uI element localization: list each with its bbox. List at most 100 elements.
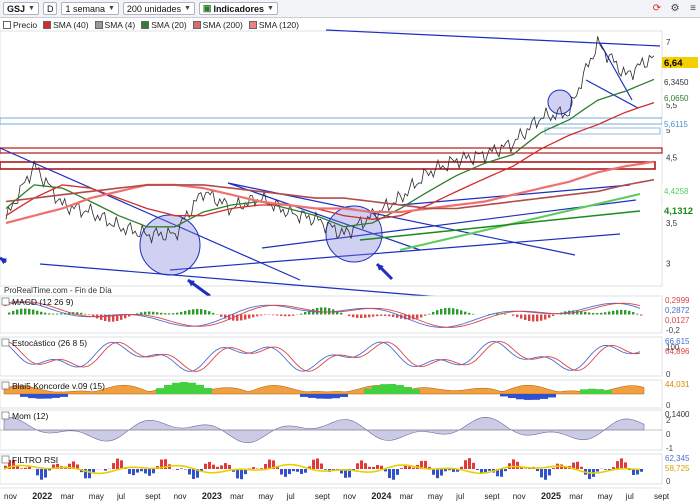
time-tick: jul [455, 492, 464, 501]
rsi-bar [364, 463, 367, 469]
rsi-bar [604, 469, 607, 470]
time-tick: 2022 [32, 491, 52, 501]
koncorde-green [172, 382, 180, 394]
rsi-bar [388, 469, 391, 479]
macd-bar [376, 314, 379, 317]
panel-title: MACD (12 26 9) [12, 297, 74, 307]
time-tick: mar [230, 492, 244, 501]
macd-bar [632, 312, 635, 315]
macd-bar [260, 314, 263, 316]
time-tick: may [597, 492, 612, 501]
macd-bar [24, 308, 27, 315]
macd-bar [192, 309, 195, 315]
koncorde-green [196, 384, 204, 394]
rsi-bar [320, 463, 323, 469]
macd-bar [176, 312, 179, 315]
rsi-bar [376, 465, 379, 469]
rsi-bar [464, 460, 467, 469]
rsi-bar [208, 461, 211, 469]
time-tick: mar [569, 492, 583, 501]
koncorde-blue [500, 394, 508, 397]
rsi-bar [212, 464, 215, 469]
panel-tick: 0 [666, 477, 671, 486]
rsi-bar [264, 464, 267, 469]
rsi-bar [500, 469, 503, 477]
koncorde-green [380, 384, 388, 394]
macd-bar [100, 314, 103, 320]
rsi-bar [292, 469, 295, 472]
time-tick: nov [4, 492, 17, 501]
macd-bar [604, 312, 607, 315]
rsi-bar [176, 469, 179, 470]
rsi-bar [220, 465, 223, 469]
macd-bar [284, 314, 287, 317]
koncorde-blue [540, 394, 548, 399]
macd-bar [528, 314, 531, 321]
macd-bar [452, 308, 455, 315]
rsi-bar [536, 469, 539, 472]
macd-bar [448, 307, 451, 315]
koncorde-blue [44, 394, 52, 399]
macd-bar [52, 313, 55, 315]
rsi-bar [576, 461, 579, 469]
panel-swatch [1, 411, 10, 420]
macd-bar [616, 310, 619, 315]
panel-value: 0,2872 [665, 306, 690, 315]
macd-bar [540, 314, 543, 321]
rsi-bar [240, 469, 243, 480]
rsi-bar [544, 469, 547, 480]
koncorde-green [588, 388, 596, 394]
time-tick: jul [625, 492, 634, 501]
macd-bar [352, 314, 355, 318]
macd-bar [80, 312, 83, 315]
macd-bar [584, 311, 587, 315]
macd-bar [12, 310, 15, 315]
time-tick: nov [343, 492, 356, 501]
rsi-bar [304, 469, 307, 473]
panel-tick: -0,2 [666, 326, 680, 335]
macd-bar [36, 310, 39, 315]
highlight-circle [139, 214, 201, 276]
price-tick: 3 [666, 259, 671, 268]
koncorde-blue [20, 394, 28, 397]
time-tick: 2023 [202, 491, 222, 501]
macd-bar [460, 310, 463, 315]
macd-bar [612, 310, 615, 315]
price-badge-label: 6,3450 [664, 78, 689, 87]
koncorde-blue [548, 394, 556, 398]
macd-bar [608, 311, 611, 315]
macd-bar [220, 314, 223, 317]
panel-tick: 100 [666, 343, 680, 352]
macd-bar [328, 308, 331, 315]
time-tick: may [258, 492, 273, 501]
macd-bar [436, 310, 439, 315]
koncorde-blue [60, 394, 68, 397]
rsi-bar [40, 469, 43, 480]
rsi-bar [204, 463, 207, 469]
time-tick: may [89, 492, 104, 501]
rsi-bar [236, 469, 239, 479]
macd-bar [444, 308, 447, 315]
rsi-bar [288, 469, 291, 475]
macd-bar [640, 314, 643, 316]
macd-bar [280, 314, 283, 316]
macd-bar [180, 311, 183, 315]
rsi-bar [112, 463, 115, 469]
koncorde-blue [516, 394, 524, 400]
macd-bar [600, 312, 603, 315]
macd-bar [536, 314, 539, 322]
macd-bar [320, 307, 323, 315]
macd-bar [532, 314, 535, 322]
macd-bar [56, 313, 59, 315]
koncorde-blue [300, 394, 308, 397]
panel-title: FILTRO RSI [12, 455, 58, 465]
koncorde-green [180, 382, 188, 394]
panel-value: 62,345 [665, 454, 690, 463]
rsi-bar [596, 469, 599, 472]
panel-tick: 2 [666, 416, 671, 425]
macd-bar [628, 310, 631, 315]
price-badge-label: 4,1312 [664, 206, 693, 217]
rsi-bar [640, 469, 643, 472]
rsi-bar [228, 464, 231, 469]
macd-bar [548, 314, 551, 318]
